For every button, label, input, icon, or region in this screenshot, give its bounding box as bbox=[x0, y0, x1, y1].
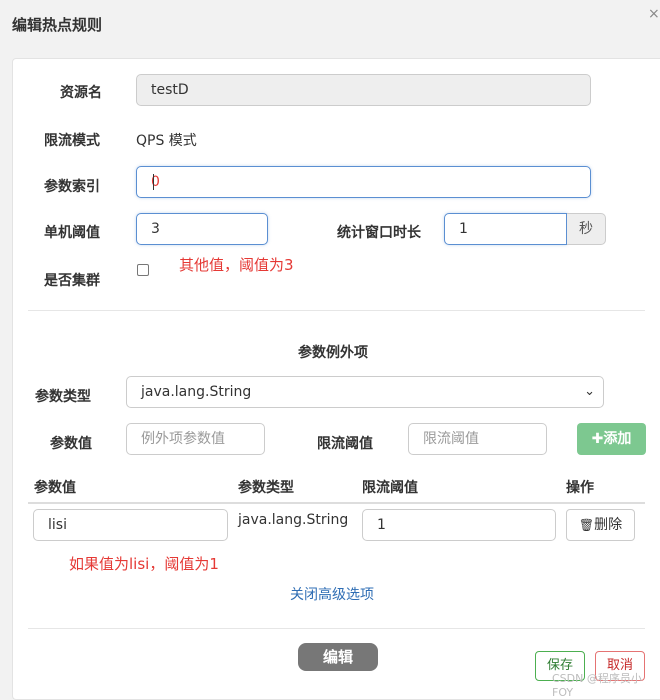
col-header-limit: 限流阈值 bbox=[362, 480, 418, 496]
plus-icon: ✚ bbox=[591, 431, 604, 447]
add-button-label: 添加 bbox=[603, 431, 632, 447]
close-advanced-link[interactable]: 关闭高级选项 bbox=[290, 584, 374, 604]
resource-label: 资源名 bbox=[60, 85, 102, 101]
resource-input: testD bbox=[136, 74, 591, 106]
row-limit: 1 bbox=[377, 517, 386, 533]
window-label: 统计窗口时长 bbox=[337, 225, 421, 241]
edit-button[interactable]: 编辑 bbox=[298, 643, 378, 671]
row-value: lisi bbox=[48, 517, 67, 533]
close-icon[interactable]: × bbox=[648, 6, 660, 22]
limit-placeholder: 限流阈值 bbox=[423, 431, 479, 447]
param-value-label: 参数值 bbox=[50, 436, 92, 452]
footer-divider bbox=[28, 628, 645, 629]
table-header-divider bbox=[28, 502, 645, 504]
col-header-type: 参数类型 bbox=[238, 480, 294, 496]
resource-value: testD bbox=[151, 82, 189, 98]
param-type-selected: java.lang.String bbox=[141, 384, 252, 400]
param-index-label: 参数索引 bbox=[44, 179, 100, 195]
param-value-placeholder: 例外项参数值 bbox=[141, 431, 225, 447]
window-value: 1 bbox=[459, 221, 468, 237]
param-type-select[interactable]: java.lang.String ⌄ bbox=[126, 376, 604, 408]
add-button[interactable]: ✚添加 bbox=[577, 423, 646, 455]
trash-icon: 🗑 bbox=[578, 518, 595, 532]
window-unit: 秒 bbox=[567, 213, 606, 245]
threshold-label: 单机阈值 bbox=[44, 225, 100, 241]
param-value-input[interactable]: 例外项参数值 bbox=[126, 423, 265, 455]
chevron-down-icon: ⌄ bbox=[584, 384, 595, 399]
row-limit-input[interactable]: 1 bbox=[362, 509, 556, 541]
delete-button-label: 删除 bbox=[594, 517, 623, 533]
window-input[interactable]: 1 bbox=[444, 213, 567, 245]
other-values-note: 其他值，阈值为3 bbox=[179, 256, 294, 274]
exceptions-title: 参数例外项 bbox=[298, 345, 368, 361]
lisi-note: 如果值为lisi，阈值为1 bbox=[69, 555, 219, 573]
cluster-checkbox[interactable] bbox=[137, 264, 149, 276]
threshold-value: 3 bbox=[151, 221, 160, 237]
row-type: java.lang.String bbox=[238, 512, 349, 528]
text-caret bbox=[153, 174, 154, 190]
col-header-value: 参数值 bbox=[34, 480, 76, 496]
param-type-label: 参数类型 bbox=[35, 389, 91, 405]
limit-label: 限流阈值 bbox=[317, 436, 373, 452]
row-value-input[interactable]: lisi bbox=[33, 509, 228, 541]
mode-value: QPS 模式 bbox=[136, 133, 197, 149]
divider bbox=[28, 310, 645, 311]
delete-button[interactable]: 🗑删除 bbox=[566, 509, 635, 541]
limit-input[interactable]: 限流阈值 bbox=[408, 423, 547, 455]
threshold-input[interactable]: 3 bbox=[136, 213, 268, 245]
cluster-label: 是否集群 bbox=[44, 273, 100, 289]
col-header-action: 操作 bbox=[566, 480, 594, 496]
watermark: CSDN @程序员小FOY bbox=[552, 672, 642, 699]
mode-label: 限流模式 bbox=[44, 133, 100, 149]
dialog-title: 编辑热点规则 bbox=[12, 16, 103, 34]
param-index-input[interactable]: 0 bbox=[136, 166, 591, 198]
